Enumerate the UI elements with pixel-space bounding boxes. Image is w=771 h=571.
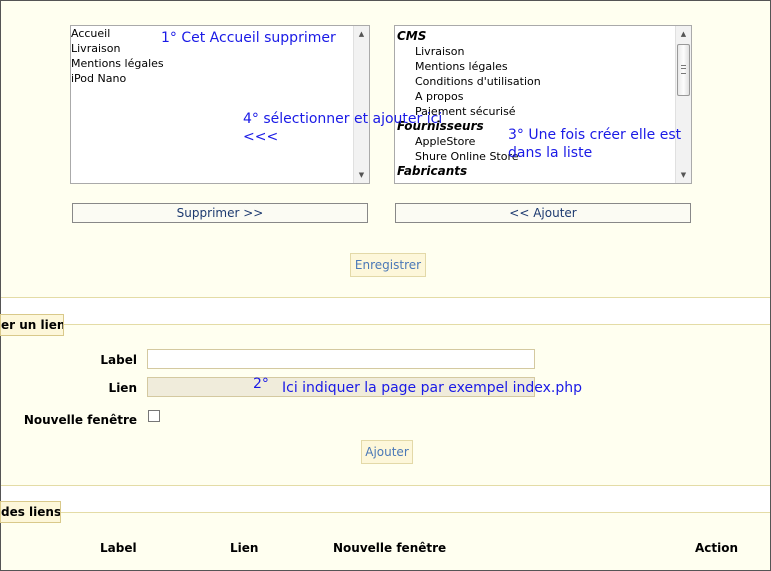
- save-button[interactable]: Enregistrer: [350, 253, 426, 277]
- scrollbar-thumb[interactable]: [677, 44, 690, 96]
- annotation-step-2-number: 2°: [253, 376, 269, 392]
- list-option[interactable]: Conditions d'utilisation: [395, 74, 675, 89]
- section-band: [1, 298, 770, 324]
- section-divider: [1, 512, 770, 513]
- annotation-step-1: 1° Cet Accueil supprimer: [161, 30, 336, 46]
- selected-items-scrollbar[interactable]: ▲ ▼: [353, 26, 369, 183]
- label-field-label: Label: [100, 353, 137, 367]
- add-link-button[interactable]: Ajouter: [361, 440, 413, 464]
- links-list-legend: des liens: [0, 501, 61, 523]
- list-option[interactable]: A propos: [395, 89, 675, 104]
- column-header-action: Action: [695, 541, 739, 555]
- list-option[interactable]: Mentions légales: [395, 59, 675, 74]
- column-header-link: Lien: [230, 541, 259, 555]
- available-items-scrollbar[interactable]: ▲ ▼: [675, 26, 691, 183]
- scroll-down-arrow-icon[interactable]: ▼: [676, 167, 691, 183]
- selected-items-list[interactable]: Accueil Livraison Mentions légales iPod Nan…: [70, 25, 370, 184]
- annotation-step-2-text: Ici indiquer la page par exempel index.p…: [282, 380, 583, 396]
- section-band: [1, 486, 770, 512]
- scroll-down-arrow-icon[interactable]: ▼: [354, 167, 369, 183]
- scroll-up-arrow-icon[interactable]: ▲: [354, 26, 369, 42]
- option-group-label: CMS: [397, 29, 427, 43]
- new-window-checkbox[interactable]: [148, 410, 160, 422]
- column-header-new-window: Nouvelle fenêtre: [333, 541, 447, 555]
- link-field-label: Lien: [108, 381, 137, 395]
- selected-items-options: Accueil Livraison Mentions légales iPod Nan…: [71, 26, 353, 183]
- remove-button[interactable]: Supprimer >>: [72, 203, 368, 223]
- annotation-step-4-line1: 4° sélectionner et ajouter ici: [243, 111, 443, 127]
- list-option[interactable]: iPod Nano: [71, 71, 353, 86]
- annotation-step-4-line2: <<<: [243, 129, 279, 145]
- option-group-label: Fabricants: [397, 164, 468, 178]
- column-header-label: Label: [100, 541, 137, 555]
- label-input[interactable]: [147, 349, 535, 369]
- section-divider: [1, 324, 770, 325]
- add-link-legend: er un lien: [0, 314, 64, 336]
- annotation-step-3-line1: 3° Une fois créer elle est: [508, 127, 682, 143]
- new-window-field-label: Nouvelle fenêtre: [23, 413, 137, 427]
- scroll-up-arrow-icon[interactable]: ▲: [676, 26, 691, 42]
- add-to-list-button[interactable]: << Ajouter: [395, 203, 691, 223]
- annotation-step-3-line2: dans la liste: [508, 145, 593, 161]
- list-option[interactable]: Livraison: [395, 44, 675, 59]
- list-option[interactable]: Mentions légales: [71, 56, 353, 71]
